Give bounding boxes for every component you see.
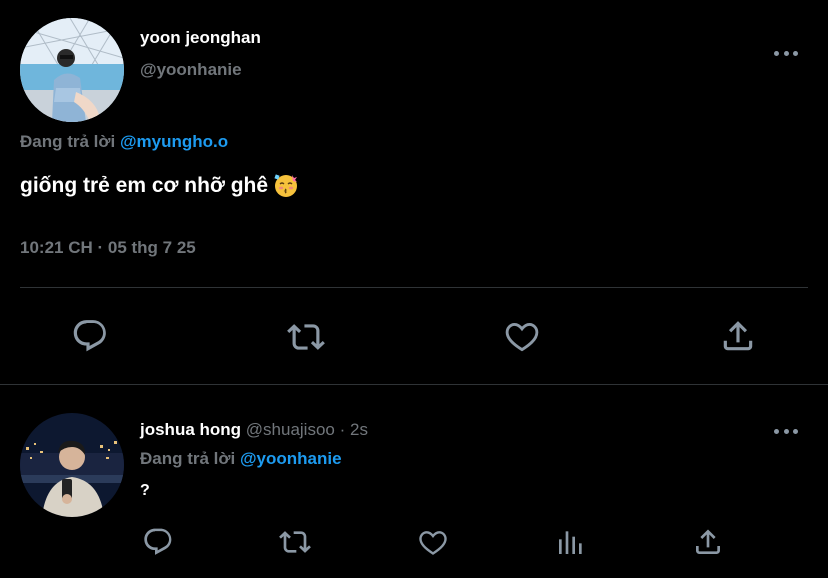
tweet-timestamp[interactable]: 10:21 CH · 05 thg 7 25 [20,238,196,258]
dot [774,50,779,56]
dot [793,50,798,56]
retweet-icon [287,324,325,350]
like-icon [505,323,539,352]
avatar[interactable] [20,413,124,517]
more-options-button[interactable] [774,43,798,63]
replying-to-label: Đang trả lời [140,449,236,468]
face-blowing-kiss-emoji [274,174,298,197]
analytics-icon [559,531,582,554]
avatar-image [20,18,124,122]
like-button[interactable] [416,526,450,558]
replying-to-label: Đang trả lời [20,132,116,151]
reply-header: joshua hong @shuajisoo · 2s [140,420,368,440]
display-name[interactable]: yoon jeonghan [140,28,261,48]
dot [783,428,789,434]
avatar[interactable] [20,18,124,122]
separator-dot: · [339,420,346,439]
display-name[interactable]: joshua hong [140,420,241,439]
replying-to: Đang trả lời @myungho.o [20,132,228,152]
main-tweet: yoon jeonghan @yoonhanie Đang trả lời @m… [0,0,828,385]
divider [0,384,828,385]
dot [774,428,779,434]
reply-icon [144,528,172,555]
share-icon [723,321,753,351]
replying-to: Đang trả lời @yoonhanie [140,449,342,469]
reply-tweet[interactable]: joshua hong @shuajisoo · 2s Đang trả lời… [0,386,828,578]
reply-icon [73,320,106,352]
retweet-button[interactable] [277,526,313,558]
like-icon [419,531,447,555]
tweet-text: ? [140,482,150,499]
share-icon [696,529,720,554]
like-button[interactable] [502,317,542,355]
retweet-icon [279,531,311,553]
analytics-button[interactable] [555,526,587,558]
share-button[interactable] [692,525,724,559]
user-handle[interactable]: @shuajisoo [246,420,335,439]
tweet-body: giống trẻ em cơ nhỡ ghê [20,174,269,197]
dot [783,50,789,56]
tweet-text: giống trẻ em cơ nhỡ ghê [20,174,298,198]
time-ago[interactable]: 2s [350,420,368,439]
more-options-button[interactable] [774,421,798,441]
share-button[interactable] [719,316,757,356]
user-handle[interactable]: @yoonhanie [140,60,242,80]
mention-link[interactable]: @myungho.o [120,132,228,151]
mention-link[interactable]: @yoonhanie [240,449,342,468]
avatar-image [20,413,124,517]
reply-button[interactable] [142,526,174,558]
retweet-button[interactable] [285,318,327,356]
dot [793,428,798,434]
divider [20,287,808,288]
reply-button[interactable] [71,317,109,355]
